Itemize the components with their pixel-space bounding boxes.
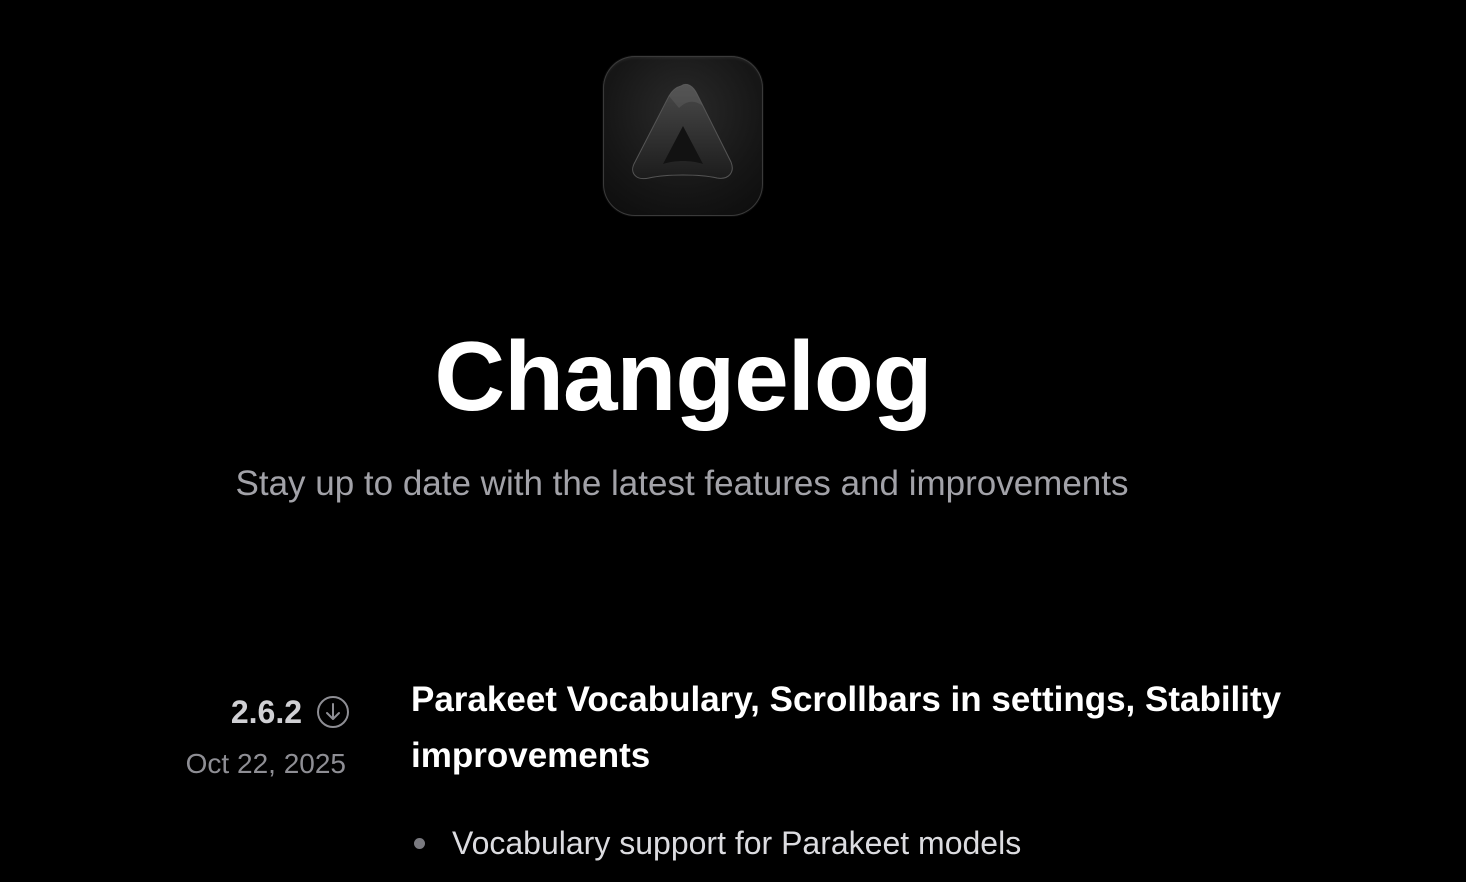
release-title: Parakeet Vocabulary, Scrollbars in setti… (411, 680, 1282, 775)
app-logo (603, 56, 763, 216)
release-date: Oct 22, 2025 (185, 748, 346, 779)
download-icon[interactable] (316, 695, 350, 729)
list-item: Vocabulary support for Parakeet models (411, 818, 1351, 868)
version-number: 2.6.2 (230, 693, 302, 730)
bullet-icon (414, 837, 425, 849)
release-note-text: Vocabulary support for Parakeet models (452, 824, 1022, 861)
release-notes-list: Vocabulary support for Parakeet models (411, 818, 1351, 868)
page-title: Changelog (434, 321, 932, 431)
release-meta: 2.6.2 Oct 22, 2025 (150, 690, 350, 782)
version-row: 2.6.2 (150, 690, 350, 734)
app-logo-triangle-icon (632, 83, 733, 180)
page-subtitle: Stay up to date with the latest features… (235, 464, 1129, 503)
